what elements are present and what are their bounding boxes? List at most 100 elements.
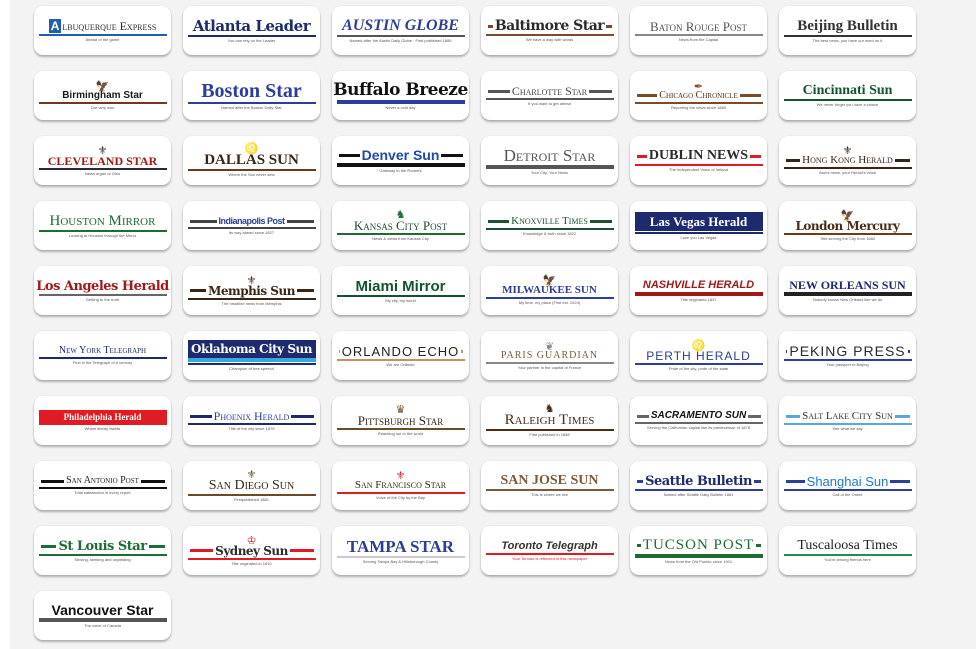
newspaper-card-los-angeles-herald[interactable]: Los Angeles Herald Getting to the truth	[34, 266, 171, 315]
underline-rule	[485, 98, 614, 100]
newspaper-card-nashville-herald[interactable]: Nashville Herald Title originated 1837	[630, 266, 767, 315]
newspaper-logo: Nashville Herald Title originated 1837	[634, 278, 763, 302]
newspaper-title: Houston Mirror	[49, 212, 156, 229]
newspaper-card-atlanta-leader[interactable]: Atlanta Leader You can rely on the Leader	[183, 6, 320, 55]
underline-rule	[634, 164, 763, 166]
decorative-bar-right	[461, 349, 463, 353]
newspaper-card-cincinnati-sun[interactable]: Cincinnati Sun We never forget you have a…	[779, 71, 916, 120]
underline-rule	[336, 428, 465, 430]
newspaper-card-hong-kong-herald[interactable]: ⚜ Hong Kong Herald Asia's news, your Heral…	[779, 136, 916, 185]
newspaper-tagline: This is where we live	[531, 492, 568, 497]
decorative-bar-right	[441, 153, 463, 157]
newspaper-card-tampa-star[interactable]: Tampa Star Serving Tampa Bay & Hillsborou…	[332, 526, 469, 575]
newspaper-card-indianapolis-post[interactable]: Indianapolis Post Its way ahead since 182…	[183, 201, 320, 250]
newspaper-card-austin-globe[interactable]: Austin Globe Named after the Austin Daily…	[332, 6, 469, 55]
newspaper-card-denver-sun[interactable]: Denver Sun Gateway to the Rockies	[332, 136, 469, 185]
newspaper-card-vancouver-star[interactable]: Vancouver Star The voice of Canada	[34, 591, 171, 640]
newspaper-logo: ♌ Perth Herald Pride of the city, pride of…	[634, 340, 763, 371]
newspaper-card-san-diego-sun[interactable]: ⚜ San Diego Sun Firstpublished 1881	[183, 461, 320, 510]
newspaper-tagline: See what we say	[832, 425, 863, 431]
newspaper-card-baltimore-star[interactable]: Baltimore Star We have a way with words	[481, 6, 618, 55]
newspaper-card-tuscaloosa-times[interactable]: Tuscaloosa Times You're among friends her…	[779, 526, 916, 575]
underline-rule	[485, 489, 614, 491]
newspaper-tagline: Your partner in the capital of France	[517, 364, 582, 370]
newspaper-card-kansas-city-post[interactable]: ♞ Kansas City Post News & views from Kansa…	[332, 201, 469, 250]
newspaper-card-detroit-star[interactable]: Detroit Star Your City, Your News	[481, 136, 618, 185]
decorative-bar-left	[189, 549, 214, 552]
title-row: Los Angeles Herald	[36, 280, 169, 293]
title-row: Beijing Bulletin	[784, 18, 912, 34]
newspaper-card-chicago-chronicle[interactable]: ✒ Chicago Chronicle Reporting the news sin…	[630, 71, 767, 120]
underline-rule	[634, 553, 763, 558]
newspaper-tagline: The Independent Voice of Ireland	[669, 167, 728, 172]
newspaper-card-new-orleans-sun[interactable]: New Orleans Sun Nobody knows New Orleans …	[779, 266, 916, 315]
newspaper-logo: ❦ Paris Guardian Your partner in the capit…	[485, 341, 614, 370]
underline-rule	[38, 618, 167, 622]
newspaper-card-knoxville-times[interactable]: Knoxville Times Knowledge & truth since 1…	[481, 201, 618, 250]
newspaper-card-boston-star[interactable]: Boston Star Named after the Boston Daily …	[183, 71, 320, 120]
newspaper-card-buffalo-breeze[interactable]: Buffalo Breeze Never a cold day	[332, 71, 469, 120]
newspaper-card-pittsburgh-star[interactable]: ♛ Pittsburgh Star Reaching out to the worl…	[332, 396, 469, 445]
newspaper-card-memphis-sun[interactable]: ⚜ Memphis Sun The headline news from Memph…	[183, 266, 320, 315]
newspaper-card-tucson-post[interactable]: Tucson Post News from the Old Pueblo sinc…	[630, 526, 767, 575]
newspaper-card-baton-rouge-post[interactable]: Baton Rouge Post News from the Capital	[630, 6, 767, 55]
newspaper-title: London Mercury	[795, 218, 900, 233]
title-row: Perth Herald	[635, 350, 763, 362]
newspaper-card-new-york-telegraph[interactable]: New York Telegraph First in the Telegraph…	[34, 331, 171, 380]
newspaper-card-st-louis-star[interactable]: St Louis Star Striving, seeking and unyie…	[34, 526, 171, 575]
newspaper-tagline: News organ of Ohio	[84, 170, 121, 176]
newspaper-card-sydney-sun[interactable]: ♔ Sydney Sun Title originated in 1810	[183, 526, 320, 575]
newspaper-card-las-vegas-herald[interactable]: Las Vegas Herald Love you Las Vegas	[630, 201, 767, 250]
newspaper-card-dublin-news[interactable]: Dublin News The Independent Voice of Irel…	[630, 136, 767, 185]
newspaper-card-birmingham-star[interactable]: 🦅 Birmingham Star Our very own	[34, 71, 171, 120]
newspaper-card-phoenix-herald[interactable]: Phoenix Herald Title of the city since 18…	[183, 396, 320, 445]
newspaper-logo: Baton Rouge Post News from the Capital	[634, 20, 763, 42]
underline-rule	[187, 34, 316, 37]
newspaper-card-philadelphia-herald[interactable]: Philadelphia Herald Where liberty dwells	[34, 396, 171, 445]
newspaper-card-toronto-telegraph[interactable]: Toronto Telegraph Your Toronto is reflect…	[481, 526, 618, 575]
newspaper-card-oklahoma-city-sun[interactable]: Oklahoma City Sun Champion of free speech	[183, 331, 320, 380]
newspaper-card-miami-mirror[interactable]: Miami Mirror My city, my world	[332, 266, 469, 315]
newspaper-logo: Salt Lake City Sun See what we say	[783, 410, 912, 431]
decorative-bar-right	[907, 349, 910, 353]
title-row: Philadelphia Herald	[38, 410, 167, 425]
newspaper-tagline: Our very own	[90, 104, 115, 110]
underline-rule	[187, 297, 316, 300]
title-row: Chicago Chronicle	[635, 90, 763, 101]
newspaper-card-beijing-bulletin[interactable]: Beijing Bulletin The best news, you have …	[779, 6, 916, 55]
newspaper-title: San Diego Sun	[208, 477, 295, 493]
newspaper-tagline: Reporting the news since 1880	[671, 104, 726, 110]
newspaper-tagline: Its way ahead since 1827	[228, 229, 275, 235]
newspaper-logo: Los Angeles Herald Getting to the truth	[36, 280, 169, 302]
newspaper-card-salt-lake-city-sun[interactable]: Salt Lake City Sun See what we say	[779, 396, 916, 445]
title-row: Raleigh Times	[486, 413, 614, 428]
newspaper-card-seattle-bulletin[interactable]: Seattle Bulletin Named after Seattle Dail…	[630, 461, 767, 510]
underline-rule	[38, 229, 167, 232]
newspaper-card-paris-guardian[interactable]: ❦ Paris Guardian Your partner in the capit…	[481, 331, 618, 380]
newspaper-card-raleigh-times[interactable]: ♞ Raleigh Times First published in 1848	[481, 396, 618, 445]
newspaper-card-peking-press[interactable]: Peking Press Your passport to Beijing	[779, 331, 916, 380]
newspaper-card-san-francisco-star[interactable]: ⚜ San Francisco Star Voice of the City by …	[332, 461, 469, 510]
title-row: San Francisco Star	[337, 480, 465, 491]
underline-rule	[38, 101, 167, 104]
newspaper-title: Birmingham Star	[62, 89, 143, 101]
newspaper-card-dallas-sun[interactable]: ♌ Dallas Sun Where the Sun never sets	[183, 136, 320, 185]
newspaper-card-albuquerque-express[interactable]: Albuquerque Express Ahead of the game	[34, 6, 171, 55]
newspaper-title: Nashville Herald	[642, 278, 755, 291]
newspaper-card-perth-herald[interactable]: ♌ Perth Herald Pride of the city, pride of…	[630, 331, 767, 380]
newspaper-card-shanghai-sun[interactable]: Shanghai Sun Call of the Orient	[779, 461, 916, 510]
newspaper-card-san-jose-sun[interactable]: San Jose Sun This is where we live	[481, 461, 618, 510]
underline-rule	[634, 362, 763, 365]
newspaper-title: Dublin News	[648, 148, 749, 163]
newspaper-card-sacramento-sun[interactable]: Sacramento Sun Serving the Californian ca…	[630, 396, 767, 445]
newspaper-card-milwaukee-sun[interactable]: 🦅 Milwaukee Sun My time, my place (First e…	[481, 266, 618, 315]
newspaper-card-houston-mirror[interactable]: Houston Mirror Looking at Houston through…	[34, 201, 171, 250]
newspaper-card-cleveland-star[interactable]: ⚜ Cleveland Star News organ of Ohio	[34, 136, 171, 185]
newspaper-tagline: The headline news from Memphis	[221, 300, 282, 306]
newspaper-card-orlando-echo[interactable]: Orlando Echo We are Orlando	[332, 331, 469, 380]
newspaper-card-charlotte-star[interactable]: Charlotte Star If you want to get ahead	[481, 71, 618, 120]
underline-rule	[336, 492, 465, 494]
newspaper-tagline: Voice of the City by the Bay	[376, 495, 425, 500]
newspaper-card-london-mercury[interactable]: 🦅 London Mercury Title serving the City fr…	[779, 201, 916, 250]
newspaper-card-san-antonio-post[interactable]: San Antonio Post Total satisfaction in ev…	[34, 461, 171, 510]
